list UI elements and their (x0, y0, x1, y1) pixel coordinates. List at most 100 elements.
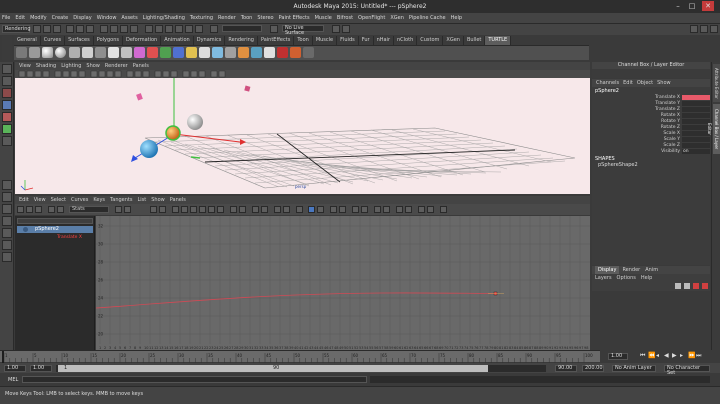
flat-tangent-icon[interactable] (199, 206, 206, 213)
simplify-curve-icon[interactable] (427, 206, 434, 213)
spline-tangent-icon[interactable] (172, 206, 179, 213)
select-component-icon[interactable] (86, 25, 94, 33)
move-tool-icon[interactable] (2, 100, 12, 110)
viewport-menu-shading[interactable]: Shading (36, 62, 56, 70)
menu-render[interactable]: Render (218, 15, 236, 21)
shelf-tab-deformation[interactable]: Deformation (123, 36, 162, 45)
channel-box-object-name[interactable]: pSphere2 (595, 88, 619, 94)
select-tool-icon[interactable] (2, 64, 12, 74)
shelf-tab-fur[interactable]: Fur (358, 36, 374, 45)
menu-create[interactable]: Create (52, 15, 69, 21)
move-keys-icon[interactable] (17, 206, 24, 213)
attr-value-translate-z[interactable] (682, 107, 710, 112)
white-sphere[interactable] (187, 114, 203, 130)
menu-muscle[interactable]: Muscle (315, 15, 332, 21)
minimize-button[interactable]: – (672, 1, 684, 11)
attr-row-rotate-x[interactable]: Rotate X (596, 113, 710, 118)
graph-menu-edit[interactable]: Edit (19, 196, 29, 204)
viewport-menu-panels[interactable]: Panels (133, 62, 149, 70)
shelf-tab-muscle[interactable]: Muscle (312, 36, 338, 45)
shelf-tab-surfaces[interactable]: Surfaces (65, 36, 94, 45)
snap-point-icon[interactable] (120, 25, 128, 33)
layer-menu-layers[interactable]: Layers (595, 274, 612, 282)
uv-shelf-icon[interactable] (264, 47, 275, 58)
last-tool-icon[interactable] (2, 136, 12, 146)
shelf-tab-fluids[interactable]: Fluids (337, 36, 359, 45)
step-forward-key-icon[interactable]: ⏩ (688, 353, 695, 359)
normalize-icon[interactable] (296, 206, 303, 213)
playback-start-field[interactable]: 1.00 (30, 365, 52, 372)
graph-menu-keys[interactable]: Keys (93, 196, 105, 204)
material-shelf-icon[interactable] (134, 47, 145, 58)
hypershade-layout-icon[interactable] (2, 228, 12, 238)
four-pane-layout-icon[interactable] (2, 192, 12, 202)
layer-tab-display[interactable]: Display (595, 266, 620, 274)
graph-editor-plot[interactable]: 32302826242220 1 2 3 4 5 6 7 8 9 10 11 12 13 14 15 16 17… (96, 216, 590, 350)
step-back-frame-icon[interactable]: ◂ (656, 353, 662, 359)
post-infinity-icon[interactable] (361, 206, 368, 213)
euler-filter-icon[interactable] (418, 206, 425, 213)
camera-shelf-icon[interactable] (199, 47, 210, 58)
command-language-label[interactable]: MEL (8, 377, 18, 383)
close-button[interactable]: ✕ (702, 1, 714, 11)
bake-channel-icon[interactable] (440, 206, 447, 213)
shelf-tab-nhair[interactable]: nHair (373, 36, 394, 45)
ipr-shelf-icon[interactable] (225, 47, 236, 58)
move-layer-down-icon[interactable] (684, 283, 690, 289)
shelf-tab-general[interactable]: General (14, 36, 41, 45)
attr-value-visibility[interactable]: on (682, 149, 710, 154)
pink-locator-marker[interactable] (136, 93, 143, 101)
ipr-render-icon[interactable] (175, 25, 183, 33)
persp-graph-layout-icon[interactable] (2, 216, 12, 226)
time-slider-ruler[interactable]: 1 5 10 15 20 25 30 35 40 45 50 55 60 65 70 75 80 85 90 95 10… (0, 351, 600, 363)
range-slider-handle[interactable]: 1 90 (58, 365, 488, 372)
selected-sphere-pSphere2[interactable] (165, 125, 181, 141)
shelf-tab-ncloth[interactable]: nCloth (394, 36, 418, 45)
graph-menu-curves[interactable]: Curves (71, 196, 88, 204)
attr-row-visibility[interactable]: Visibility on (596, 149, 710, 154)
buffer-curve-snapshot-icon[interactable] (274, 206, 281, 213)
free-tangent-weight-icon[interactable] (252, 206, 259, 213)
play-forwards-icon[interactable]: ▶ (672, 353, 678, 359)
auto-load-icon[interactable] (308, 206, 315, 213)
layer-menu-options[interactable]: Options (617, 274, 636, 282)
plateau-tangent-icon[interactable] (217, 206, 224, 213)
toggle-channel-box-icon[interactable] (700, 25, 708, 33)
live-surface-field[interactable]: No Live Surface (282, 25, 324, 36)
lattice-deform-icon[interactable] (48, 206, 55, 213)
shelf-tab-bullet[interactable]: Bullet (463, 36, 486, 45)
cone-shelf-icon[interactable] (95, 47, 106, 58)
attr-row-translate-y[interactable]: Translate Y (596, 101, 710, 106)
blue-material-shelf-icon[interactable] (173, 47, 184, 58)
menu-bifrost[interactable]: Bifrost (337, 15, 353, 21)
viewport-scene[interactable]: persp (15, 78, 590, 194)
menu-modify[interactable]: Modify (30, 15, 47, 21)
paint-shelf-icon[interactable] (277, 47, 288, 58)
snap-plane-icon[interactable] (130, 25, 138, 33)
paint-select-tool-icon[interactable] (2, 88, 12, 98)
attr-row-scale-z[interactable]: Scale Z (596, 143, 710, 148)
channel-box-menu-channels[interactable]: Channels (596, 79, 619, 87)
new-layer-icon[interactable] (693, 283, 699, 289)
animation-curve-translate-x[interactable] (96, 292, 496, 309)
shelf-tab-custom[interactable]: Custom (417, 36, 444, 45)
channel-box-menu-show[interactable]: Show (657, 79, 671, 87)
blue-sphere[interactable] (140, 140, 158, 158)
soft-select-icon[interactable] (342, 25, 350, 33)
break-tangents-icon[interactable] (230, 206, 237, 213)
rotate-tool-icon[interactable] (2, 112, 12, 122)
go-to-start-icon[interactable]: ⏮ (640, 353, 646, 359)
viewport-menu-show[interactable]: Show (86, 62, 100, 70)
viewport-toolbar-icons[interactable] (15, 70, 590, 78)
insert-keys-icon[interactable] (26, 206, 33, 213)
attribute-editor-side-tab[interactable]: Attribute Editor (713, 64, 720, 102)
channel-box-menu-object[interactable]: Object (637, 79, 653, 87)
selected-key[interactable] (488, 291, 504, 296)
frame-all-icon[interactable] (150, 206, 157, 213)
select-hierarchy-icon[interactable] (66, 25, 74, 33)
region-tool-icon[interactable] (57, 206, 64, 213)
attr-value-translate-x[interactable] (682, 95, 710, 100)
command-input[interactable] (22, 376, 367, 383)
outliner-layout-icon[interactable] (2, 252, 12, 262)
menu-help[interactable]: Help (451, 15, 462, 21)
